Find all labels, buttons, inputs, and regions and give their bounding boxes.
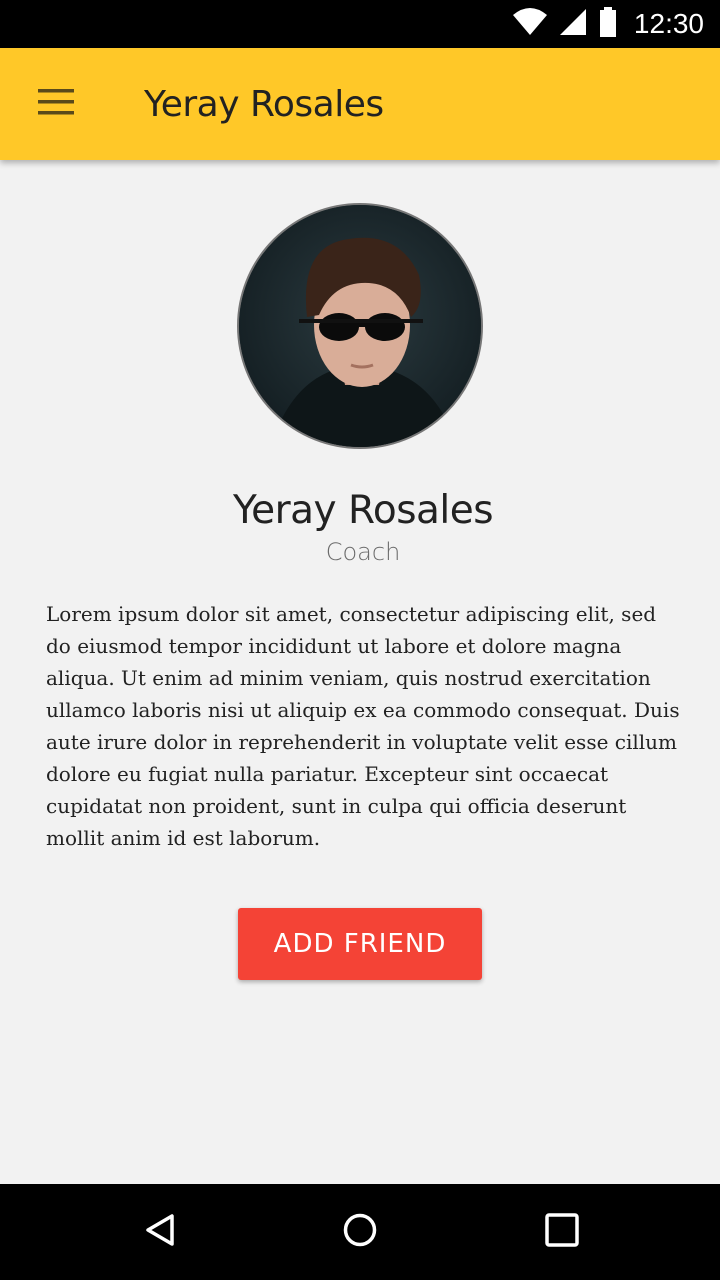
battery-icon [598, 6, 618, 42]
navigation-bar [0, 1184, 720, 1280]
profile-name: Yeray Rosales [232, 488, 494, 533]
profile-role: Coach [325, 538, 401, 566]
avatar [237, 203, 483, 449]
back-button[interactable] [130, 1202, 190, 1262]
home-button[interactable] [330, 1202, 390, 1262]
profile-bio: Lorem ipsum dolor sit amet, consectetur … [46, 602, 680, 850]
recents-icon [544, 1212, 580, 1253]
recents-button[interactable] [532, 1202, 592, 1262]
status-time: 12:30 [633, 8, 704, 39]
add-friend-button[interactable]: ADD FRIEND [238, 908, 482, 980]
hamburger-menu-icon [38, 88, 74, 120]
status-bar: 12:30 [0, 0, 720, 48]
page-title: Yeray Rosales [144, 83, 384, 125]
home-icon [342, 1212, 378, 1253]
status-icons: 12:30 [512, 0, 704, 48]
wifi-icon [512, 7, 548, 42]
cellular-signal-icon [558, 7, 588, 42]
back-icon [142, 1212, 178, 1253]
menu-button[interactable] [24, 76, 88, 132]
app-bar: Yeray Rosales [0, 48, 720, 160]
